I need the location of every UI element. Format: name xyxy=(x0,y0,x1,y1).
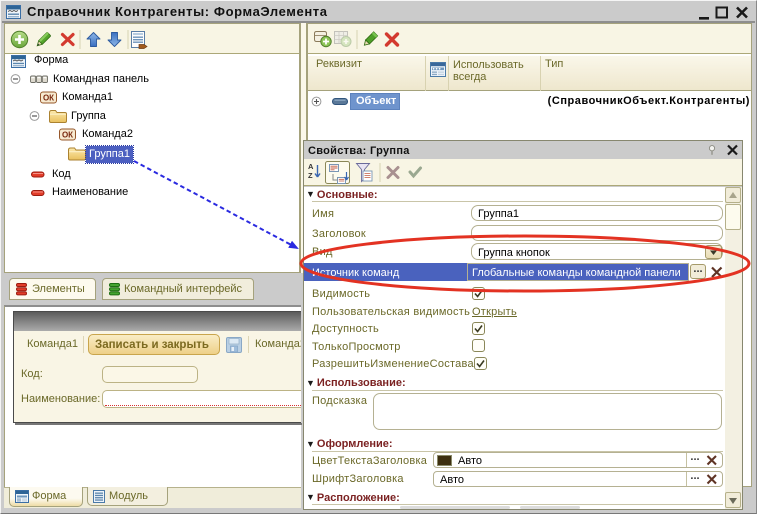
svg-text:A: A xyxy=(308,162,314,171)
svg-text:Z: Z xyxy=(308,171,313,180)
